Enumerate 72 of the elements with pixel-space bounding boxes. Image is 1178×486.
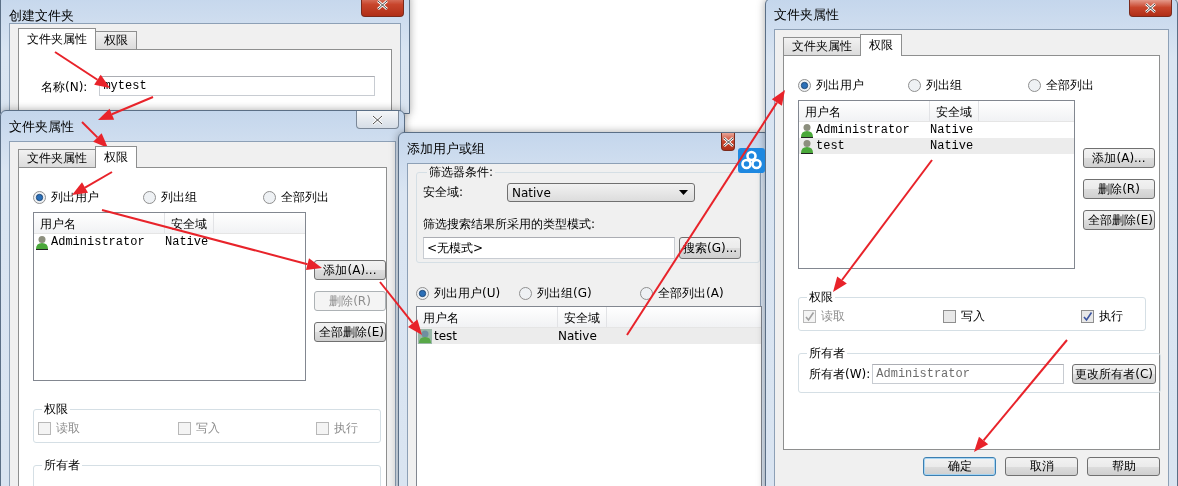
list-row[interactable]: test Native [799,138,1074,154]
window-title: 文件夹属性 [9,118,74,136]
close-icon [372,114,383,125]
list-action-button[interactable]: 全部删除(E) [314,322,386,342]
close-button[interactable] [721,133,735,151]
column-header[interactable]: 安全域 [165,213,214,233]
security-domain: Native [930,123,974,137]
list-action-button[interactable]: 全部删除(E) [1083,210,1155,230]
window-title: 文件夹属性 [774,6,839,24]
owner-field[interactable]: Administrator [872,364,1065,384]
group-title: 权限 [43,401,69,418]
name-label: 名称(N): [41,79,88,96]
pattern-field[interactable]: <无模式> [423,237,675,259]
user-icon [35,234,49,250]
group-title: 权限 [808,289,834,306]
user-name: test [816,139,846,153]
list-action-button[interactable]: 添加(A)... [314,260,386,280]
user-name: Administrator [51,235,146,249]
list-action-button[interactable]: 删除(R) [1083,179,1155,199]
close-icon [722,136,734,147]
security-domain: Native [165,235,209,249]
user-icon [418,328,432,344]
user-icon [800,138,814,154]
change-owner-button[interactable]: 更改所有者(C) [1072,364,1157,384]
user-name: Administrator [816,123,911,137]
caret-icon [679,190,688,195]
list-row[interactable]: test Native [417,328,761,345]
radio-button[interactable]: 列出组 [143,188,263,206]
search-button[interactable]: 搜索(G)... [679,237,742,259]
owner-label: 所有者(W): [809,365,871,383]
security-domain: Native [558,329,597,344]
dialog-button[interactable]: 取消 [1005,457,1078,476]
radio-button[interactable]: 列出用户 [798,76,908,94]
window-title: 创建文件夹 [9,7,74,25]
user-name: test [434,329,459,344]
security-domain: Native [930,139,974,153]
column-header[interactable]: 安全域 [558,307,607,328]
radio-button[interactable]: 列出组(G) [519,285,640,303]
list-row[interactable]: Administrator Native [799,122,1074,138]
pattern-label: 筛选搜索结果所采用的类型模式: [423,216,597,233]
group-title: 所有者 [808,345,846,362]
radio-button[interactable]: 全部列出 [263,188,386,206]
window-title: 添加用户或组 [407,140,485,158]
domain-label: 安全域: [423,184,465,201]
list-row[interactable]: Administrator Native [34,234,305,250]
radio-button[interactable]: 列出用户(U) [416,285,519,303]
dialog-button[interactable]: 确定 [923,457,996,476]
radio-button[interactable]: 全部列出(A) [640,285,754,303]
tab[interactable]: 权限 [95,146,137,168]
close-icon [377,0,388,10]
dialog-button[interactable]: 帮助 [1087,457,1160,476]
list-action-button[interactable]: 添加(A)... [1083,148,1155,168]
rings-icon [738,148,765,173]
checkbox[interactable]: 执行 [1081,308,1141,325]
column-header[interactable]: 用户名 [799,101,930,121]
tab[interactable]: 文件夹属性 [783,37,861,55]
tab[interactable]: 权限 [95,31,137,49]
user-icon [800,122,814,138]
radio-button[interactable]: 全部列出 [1028,76,1159,94]
column-header[interactable]: 安全域 [930,101,979,121]
close-icon [1145,2,1156,13]
radio-button[interactable]: 列出组 [908,76,1028,94]
domain-dropdown[interactable]: Native [507,183,695,202]
tab[interactable]: 文件夹属性 [18,28,96,50]
group-title: 所有者 [43,457,81,474]
group-title: 筛选器条件: [428,164,495,181]
close-button[interactable] [1129,0,1172,17]
tab[interactable]: 权限 [860,34,902,56]
close-button[interactable] [361,0,404,17]
column-header[interactable]: 用户名 [34,213,165,233]
tab[interactable]: 文件夹属性 [18,149,96,167]
checkbox[interactable]: 写入 [943,308,1081,325]
